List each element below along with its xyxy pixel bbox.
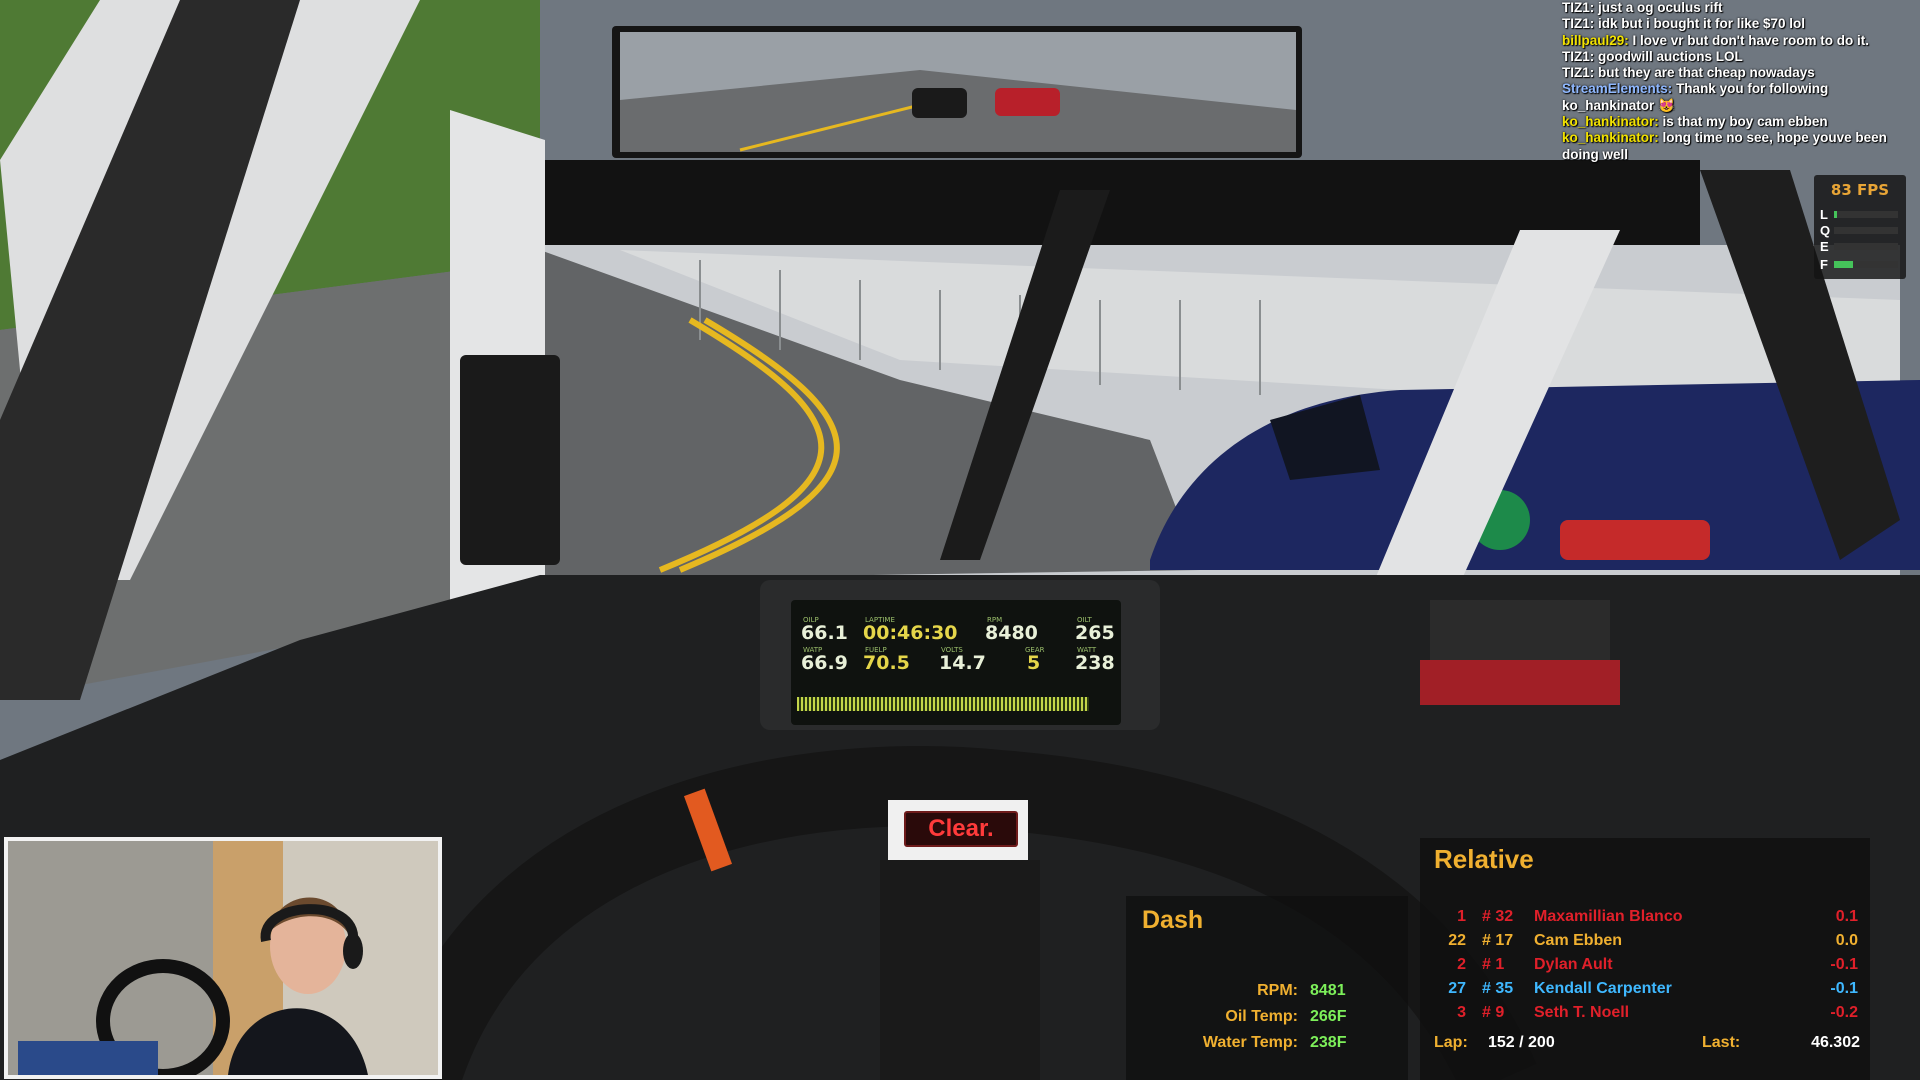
relative-row: 27 # 35 Kendall Carpenter -0.1 bbox=[1420, 980, 1870, 1002]
relative-panel: Relative 1 # 32 Maxamillian Blanco 0.1 22 # 1… bbox=[1420, 838, 1870, 1080]
gap-time: 0.1 bbox=[1835, 908, 1858, 925]
relative-row: 1 # 32 Maxamillian Blanco 0.1 bbox=[1420, 908, 1870, 930]
fps-bar bbox=[1834, 261, 1853, 268]
fuelp-value: 70.5 bbox=[863, 652, 910, 674]
quality-row: Q bbox=[1820, 223, 1902, 238]
water-temp-label: Water Temp: bbox=[1202, 1034, 1298, 1051]
chat-message: ko_hankinator: is that my boy cam ebben bbox=[1562, 114, 1920, 130]
latency-row: L bbox=[1820, 207, 1902, 222]
chat-text: I love vr but don't have room to do it. bbox=[1632, 32, 1869, 48]
quality-label: Q bbox=[1820, 223, 1831, 238]
fps-value: 83 FPS bbox=[1830, 181, 1890, 199]
webcam-image bbox=[8, 841, 438, 1075]
stream-chat: TIZ1: just a og oculus rift TIZ1: idk but… bbox=[1562, 0, 1920, 163]
relative-footer: Lap: 152 / 200 Last: 46.302 bbox=[1434, 1034, 1860, 1052]
lap-value: 152 / 200 bbox=[1488, 1034, 1555, 1051]
chat-message: TIZ1: idk but i bought it for like $70 l… bbox=[1562, 16, 1920, 32]
chat-text: just a og oculus rift bbox=[1598, 0, 1723, 15]
webcam-feed bbox=[4, 837, 442, 1079]
last-lap-label: Last: bbox=[1702, 1034, 1741, 1051]
gear-value: 5 bbox=[1027, 652, 1041, 674]
rpm-shift-bar bbox=[797, 697, 1089, 711]
latency-bar bbox=[1834, 211, 1837, 218]
gap-time: 0.0 bbox=[1835, 932, 1858, 949]
chat-username: TIZ1: bbox=[1562, 0, 1595, 15]
chat-text: goodwill auctions LOL bbox=[1598, 48, 1743, 64]
driver-name: Seth T. Noell bbox=[1534, 1004, 1630, 1021]
driver-position: 1 bbox=[1457, 908, 1466, 925]
latency-label: L bbox=[1820, 207, 1828, 222]
oil-temp-value: 266F bbox=[1310, 1008, 1347, 1025]
car-number: # 17 bbox=[1482, 932, 1514, 949]
chat-username: TIZ1: bbox=[1562, 65, 1595, 81]
spotter-clear-indicator: Clear. bbox=[904, 811, 1018, 847]
water-temp-value: 238F bbox=[1310, 1034, 1347, 1051]
chat-username: ko_hankinator: bbox=[1562, 130, 1659, 146]
car-number: # 1 bbox=[1482, 956, 1505, 973]
driver-name: Kendall Carpenter bbox=[1534, 980, 1672, 997]
chat-username: TIZ1: bbox=[1562, 16, 1595, 32]
driver-position: 22 bbox=[1448, 932, 1466, 949]
driver-position: 3 bbox=[1457, 1004, 1466, 1021]
car-number: # 32 bbox=[1482, 908, 1514, 925]
car-number: # 9 bbox=[1482, 1004, 1505, 1021]
driver-position: 27 bbox=[1448, 980, 1466, 997]
chat-username: ko_hankinator: bbox=[1562, 114, 1659, 130]
relative-row: 3 # 9 Seth T. Noell -0.2 bbox=[1420, 1004, 1870, 1026]
dash-title: Dash bbox=[1142, 906, 1204, 934]
laptime-value: 00:46:30 bbox=[863, 622, 958, 644]
watt-value: 238 bbox=[1075, 652, 1115, 674]
chat-message: TIZ1: goodwill auctions LOL bbox=[1562, 49, 1920, 65]
error-row: E bbox=[1820, 239, 1902, 254]
gap-time: -0.1 bbox=[1830, 956, 1858, 973]
chat-message: TIZ1: just a og oculus rift bbox=[1562, 0, 1920, 16]
watp-value: 66.9 bbox=[801, 652, 848, 674]
last-lap-value: 46.302 bbox=[1811, 1034, 1860, 1051]
driver-name: Maxamillian Blanco bbox=[1534, 908, 1683, 925]
relative-row: 22 # 17 Cam Ebben 0.0 bbox=[1420, 932, 1870, 954]
fps-bar-label: F bbox=[1820, 257, 1828, 272]
rpm-label: RPM: bbox=[1257, 982, 1298, 999]
driver-position: 2 bbox=[1457, 956, 1466, 973]
gap-time: -0.2 bbox=[1830, 1004, 1858, 1021]
chat-text: but they are that cheap nowadays bbox=[1598, 65, 1815, 81]
chat-message: StreamElements: Thank you for following … bbox=[1562, 81, 1920, 114]
gap-time: -0.1 bbox=[1830, 980, 1858, 997]
volts-value: 14.7 bbox=[939, 652, 986, 674]
oilp-value: 66.1 bbox=[801, 622, 848, 644]
rpm-value: 8480 bbox=[985, 622, 1038, 644]
chat-text: is that my boy cam ebben bbox=[1662, 114, 1828, 130]
error-label: E bbox=[1820, 239, 1829, 254]
chat-message: TIZ1: but they are that cheap nowadays bbox=[1562, 65, 1920, 81]
car-digital-dash: OILP 66.1 LAPTIME 00:46:30 RPM 8480 OILT… bbox=[791, 600, 1121, 725]
relative-title: Relative bbox=[1434, 844, 1534, 874]
chat-message: billpaul29: I love vr but don't have roo… bbox=[1562, 33, 1920, 49]
driver-name: Cam Ebben bbox=[1534, 932, 1623, 949]
oil-temp-label: Oil Temp: bbox=[1225, 1008, 1298, 1025]
car-number: # 35 bbox=[1482, 980, 1514, 997]
chat-username: billpaul29: bbox=[1562, 32, 1629, 48]
chat-message: ko_hankinator: long time no see, hope yo… bbox=[1562, 130, 1920, 163]
chat-text: idk but i bought it for like $70 lol bbox=[1598, 16, 1806, 32]
fps-widget: 83 FPS L Q E F bbox=[1814, 175, 1906, 279]
lap-label: Lap: bbox=[1434, 1034, 1468, 1051]
driver-name: Dylan Ault bbox=[1534, 956, 1613, 973]
chat-username: TIZ1: bbox=[1562, 48, 1595, 64]
rpm-value: 8481 bbox=[1310, 982, 1346, 999]
chat-username: StreamElements: bbox=[1562, 81, 1673, 97]
dash-panel: Dash RPM: 8481 Oil Temp: 266F Water Temp… bbox=[1126, 896, 1408, 1080]
relative-row: 2 # 1 Dylan Ault -0.1 bbox=[1420, 956, 1870, 978]
fps-row: F bbox=[1820, 257, 1902, 272]
oilt-value: 265 bbox=[1075, 622, 1115, 644]
